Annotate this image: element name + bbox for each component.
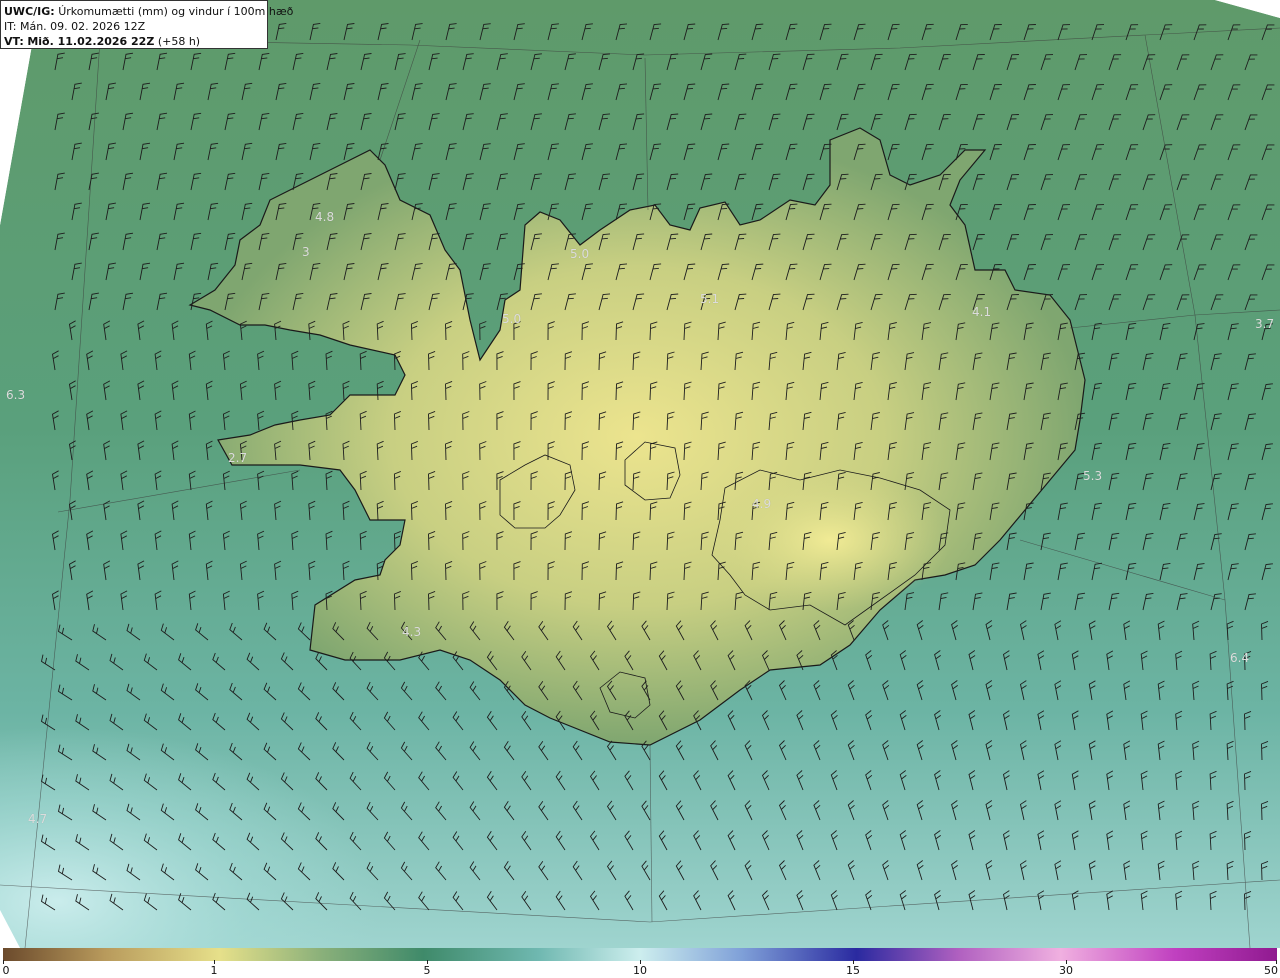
colorbar-label-30: 30 [1059, 964, 1073, 977]
vt-value: Mið. 11.02.2026 22Z [27, 35, 155, 48]
value-label-north-2: 5.0 [502, 312, 522, 326]
value-label-far-east: 3.7 [1255, 317, 1275, 331]
valid-time-row: VT: Mið. 11.02.2026 22Z (+58 h) [4, 34, 264, 49]
value-label-southwest: 4.7 [28, 812, 48, 826]
colorbar-label-1: 1 [210, 964, 218, 977]
value-label-northeast: 4.1 [972, 305, 992, 319]
title-row: UWC/IG: Úrkomumætti (mm) og vindur í 100… [4, 4, 293, 19]
init-time-row: IT: Mán. 09. 02. 2026 12Z [4, 19, 264, 34]
map-title: Úrkomumætti (mm) og vindur í 100m hæð [58, 5, 294, 18]
value-label-east: 5.3 [1083, 469, 1103, 483]
colorbar-label-10: 10 [633, 964, 647, 977]
it-value: Mán. 09. 02. 2026 12Z [19, 20, 146, 33]
value-label-south: 4.3 [402, 625, 422, 639]
colorbar-label-5: 5 [423, 964, 431, 977]
vt-label: VT: [4, 35, 24, 48]
info-box: UWC/IG: Úrkomumætti (mm) og vindur í 100… [0, 0, 293, 49]
value-label-north-1: 5.0 [570, 247, 590, 261]
value-label-north-3: 5.1 [700, 292, 720, 306]
value-label-westfjords: 4.8 [315, 210, 335, 224]
value-label-westfjords-2: 3 [302, 245, 310, 259]
value-label-southeast: 6.4 [1230, 651, 1250, 665]
value-label-vatnajokull: 4.9 [752, 497, 772, 511]
model-label: UWC/IG: [4, 5, 55, 18]
colorbar-label-15: 15 [846, 964, 860, 977]
colorbar-label-0: 0 [2, 964, 10, 977]
it-label: IT: [4, 20, 17, 33]
value-label-snaefellsnes: 2.7 [228, 451, 248, 465]
value-label-far-west: 6.3 [6, 388, 26, 402]
vt-offset: (+58 h) [157, 35, 201, 48]
colorbar-label-50: 50 [1264, 964, 1278, 977]
vatnajokull-area [710, 470, 950, 610]
colorbar: 0 1 5 10 15 30 50 [0, 948, 1280, 978]
